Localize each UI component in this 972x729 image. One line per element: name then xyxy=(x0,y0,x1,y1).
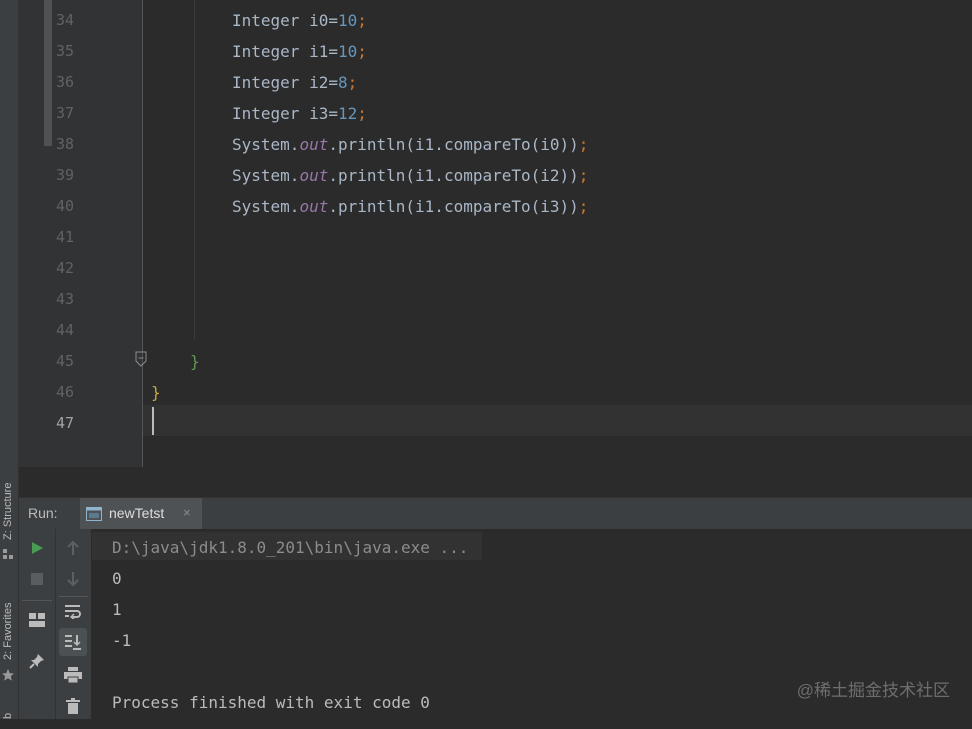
indent-guide xyxy=(194,0,195,340)
number-literal: 10 xyxy=(337,11,358,30)
code-text: Integer i0= xyxy=(232,11,338,30)
favorites-tab-label: 2: Favorites xyxy=(2,602,14,660)
line-number: 42 xyxy=(56,259,75,277)
trash-icon xyxy=(66,698,80,714)
editor-bottom-area xyxy=(142,467,972,497)
line-number: 37 xyxy=(56,104,75,122)
bottom-tab-label: b xyxy=(2,712,14,719)
closing-brace: } xyxy=(190,352,200,371)
structure-tab-label: Z: Structure xyxy=(2,482,14,540)
code-text: Integer i3= xyxy=(232,104,338,123)
line-number: 35 xyxy=(56,42,75,60)
line-number: 46 xyxy=(56,383,75,401)
line-number: 43 xyxy=(56,290,75,308)
static-field: out xyxy=(299,197,329,216)
code-line: System.out.println(i1.compareTo(i3)); xyxy=(232,191,588,222)
stop-button[interactable] xyxy=(24,566,50,592)
semicolon: ; xyxy=(578,197,589,216)
line-number: 44 xyxy=(56,321,75,339)
line-number: 39 xyxy=(56,166,75,184)
code-text: System. xyxy=(232,197,300,216)
scroll-to-end-button[interactable] xyxy=(59,628,87,656)
run-label: Run: xyxy=(28,505,58,521)
pin-tab-button[interactable] xyxy=(24,648,50,674)
semicolon: ; xyxy=(357,42,367,61)
restore-layout-button[interactable] xyxy=(24,607,50,633)
run-tab-label: newTetst xyxy=(109,505,165,521)
static-field: out xyxy=(299,135,329,154)
soft-wrap-icon xyxy=(65,605,81,619)
toolbar-separator xyxy=(22,600,52,601)
scroll-up-button[interactable] xyxy=(60,535,86,561)
console-output-line: 0 xyxy=(112,569,122,588)
line-number: 38 xyxy=(56,135,75,153)
code-text: System. xyxy=(232,166,300,185)
fold-collapse-icon[interactable] xyxy=(134,351,148,367)
soft-wrap-button[interactable] xyxy=(60,598,86,624)
line-number: 34 xyxy=(56,11,75,29)
bottom-tool-tab[interactable]: b xyxy=(0,713,18,729)
code-line: System.out.println(i1.compareTo(i2)); xyxy=(232,160,588,191)
printer-icon xyxy=(64,667,82,683)
code-line: Integer i1=10; xyxy=(232,36,367,67)
scroll-to-end-icon xyxy=(65,635,81,650)
play-icon xyxy=(32,542,43,554)
clear-all-button[interactable] xyxy=(60,693,86,719)
code-text: .println(i1.compareTo(i3)) xyxy=(328,197,579,216)
code-text: Integer i2= xyxy=(232,73,338,92)
code-text: .println(i1.compareTo(i2)) xyxy=(328,166,579,185)
watermark: @稀土掘金技术社区 xyxy=(796,681,950,700)
console-output-line: 1 xyxy=(112,600,122,619)
static-field: out xyxy=(299,166,329,185)
structure-icon xyxy=(2,545,14,559)
code-line: Integer i0=10; xyxy=(232,5,367,36)
current-line-highlight xyxy=(143,405,972,436)
console-output-line: -1 xyxy=(112,631,132,650)
semicolon: ; xyxy=(357,104,367,123)
line-number: 36 xyxy=(56,73,75,91)
arrow-up-icon xyxy=(67,540,79,555)
star-icon xyxy=(1,667,15,681)
line-number-current: 47 xyxy=(56,414,75,432)
text-caret xyxy=(152,407,154,435)
semicolon: ; xyxy=(357,11,367,30)
number-literal: 10 xyxy=(337,42,358,61)
code-text: .println(i1.compareTo(i0)) xyxy=(328,135,579,154)
arrow-down-icon xyxy=(67,572,79,587)
code-text: System. xyxy=(232,135,300,154)
code-line: System.out.println(i1.compareTo(i0)); xyxy=(232,129,588,160)
semicolon: ; xyxy=(578,166,589,185)
rerun-button[interactable] xyxy=(24,535,50,561)
closing-brace: } xyxy=(151,383,161,402)
code-line: Integer i3=12; xyxy=(232,98,367,129)
console-icon xyxy=(86,506,102,521)
close-icon[interactable]: × xyxy=(183,505,191,520)
stop-icon xyxy=(31,573,43,585)
semicolon: ; xyxy=(347,73,358,92)
layout-icon xyxy=(29,613,45,627)
line-number: 45 xyxy=(56,352,75,370)
number-literal: 8 xyxy=(337,73,348,92)
editor-scrollbar-thumb[interactable] xyxy=(44,0,52,146)
pin-icon xyxy=(29,654,44,669)
console-exit-message: Process finished with exit code 0 xyxy=(112,693,430,712)
toolbar-separator xyxy=(59,596,88,597)
print-button[interactable] xyxy=(60,662,86,688)
line-number: 41 xyxy=(56,228,75,246)
code-text: Integer i1= xyxy=(232,42,338,61)
gutter-separator xyxy=(142,0,143,467)
line-number: 40 xyxy=(56,197,75,215)
code-line: Integer i2=8; xyxy=(232,67,357,98)
semicolon: ; xyxy=(578,135,589,154)
number-literal: 12 xyxy=(337,104,358,123)
console-command-line[interactable]: D:\java\jdk1.8.0_201\bin\java.exe ... xyxy=(112,532,468,563)
scroll-down-button[interactable] xyxy=(60,566,86,592)
